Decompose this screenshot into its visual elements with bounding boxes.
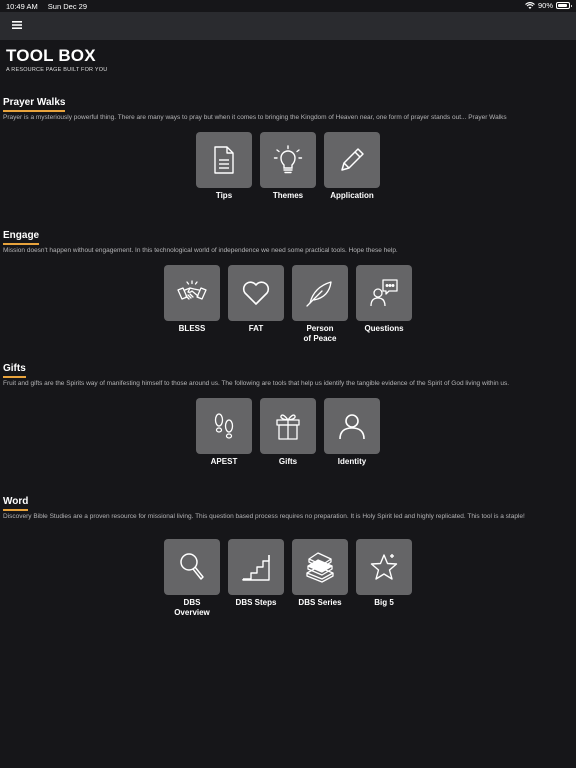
- tile-label: APEST: [210, 457, 238, 466]
- tile-label: FAT: [248, 324, 264, 333]
- battery-percent: 90%: [537, 1, 553, 10]
- lightbulb-icon: [273, 145, 303, 174]
- status-bar: 10:49 AM Sun Dec 29 90%: [0, 0, 576, 12]
- tile-label: DBS Overview: [174, 598, 210, 617]
- section-title: Word: [3, 496, 29, 511]
- wifi-icon: [525, 1, 535, 9]
- tile-label: Tips: [215, 191, 233, 200]
- section-description: Discovery Bible Studies are a proven res…: [3, 513, 525, 520]
- tile-big-5[interactable]: Big 5: [356, 539, 412, 618]
- heart-icon: [242, 281, 270, 305]
- page-title: TOOL BOX: [6, 46, 96, 65]
- tile-dbs-overview[interactable]: DBS Overview: [164, 539, 220, 618]
- magnifier-icon: [180, 553, 204, 580]
- section-title: Prayer Walks: [3, 97, 66, 112]
- page-subtitle: A RESOURCE PAGE BUILT FOR YOU: [6, 67, 108, 73]
- section-description: Mission doesn't happen without engagemen…: [3, 247, 398, 254]
- person-speech-icon: [370, 279, 398, 307]
- document-icon: [214, 146, 234, 174]
- tile-label: Big 5: [374, 598, 394, 607]
- feather-icon: [306, 281, 332, 307]
- tile-label: Person of Peace: [303, 324, 337, 343]
- tile-identity[interactable]: Identity: [324, 398, 380, 467]
- status-date: Sun Dec 29: [47, 2, 87, 11]
- tile-application[interactable]: Application: [324, 132, 380, 201]
- tile-apest[interactable]: APEST: [196, 398, 252, 467]
- tile-gifts[interactable]: Gifts: [260, 398, 316, 467]
- tile-label: DBS Series: [298, 598, 342, 607]
- books-icon: [306, 552, 334, 583]
- tile-label: Themes: [272, 191, 304, 200]
- tile-themes[interactable]: Themes: [260, 132, 316, 201]
- star-icon: [370, 554, 398, 580]
- tile-tips[interactable]: Tips: [196, 132, 252, 201]
- section-description: Fruit and gifts are the Spirits way of m…: [3, 380, 510, 387]
- stairs-icon: [242, 555, 270, 581]
- section-title: Engage: [3, 230, 40, 245]
- tile-bless[interactable]: BLESS: [164, 265, 220, 344]
- tile-label: Identity: [337, 457, 367, 466]
- tile-person-of-peace[interactable]: Person of Peace: [292, 265, 348, 344]
- tile-fat[interactable]: FAT: [228, 265, 284, 344]
- tile-label: Gifts: [278, 457, 298, 466]
- battery-icon: [556, 2, 572, 9]
- gift-icon: [276, 414, 300, 440]
- tile-label: Questions: [364, 324, 404, 333]
- footprints-icon: [214, 413, 234, 439]
- nav-bar: [0, 12, 576, 40]
- section-description: Prayer is a mysteriously powerful thing.…: [3, 114, 507, 121]
- person-icon: [339, 414, 365, 440]
- tile-questions[interactable]: Questions: [356, 265, 412, 344]
- hamburger-menu-icon[interactable]: [10, 18, 24, 32]
- tile-dbs-steps[interactable]: DBS Steps: [228, 539, 284, 618]
- tile-label: BLESS: [178, 324, 206, 333]
- page-header: TOOL BOX A RESOURCE PAGE BUILT FOR YOU: [6, 46, 107, 73]
- pencil-icon: [341, 148, 364, 171]
- tile-label: Application: [330, 191, 374, 200]
- tile-label: DBS Steps: [235, 598, 277, 607]
- status-time: 10:49 AM: [6, 2, 38, 11]
- tile-dbs-series[interactable]: DBS Series: [292, 539, 348, 618]
- section-title: Gifts: [3, 363, 26, 378]
- handshake-icon: [177, 280, 207, 300]
